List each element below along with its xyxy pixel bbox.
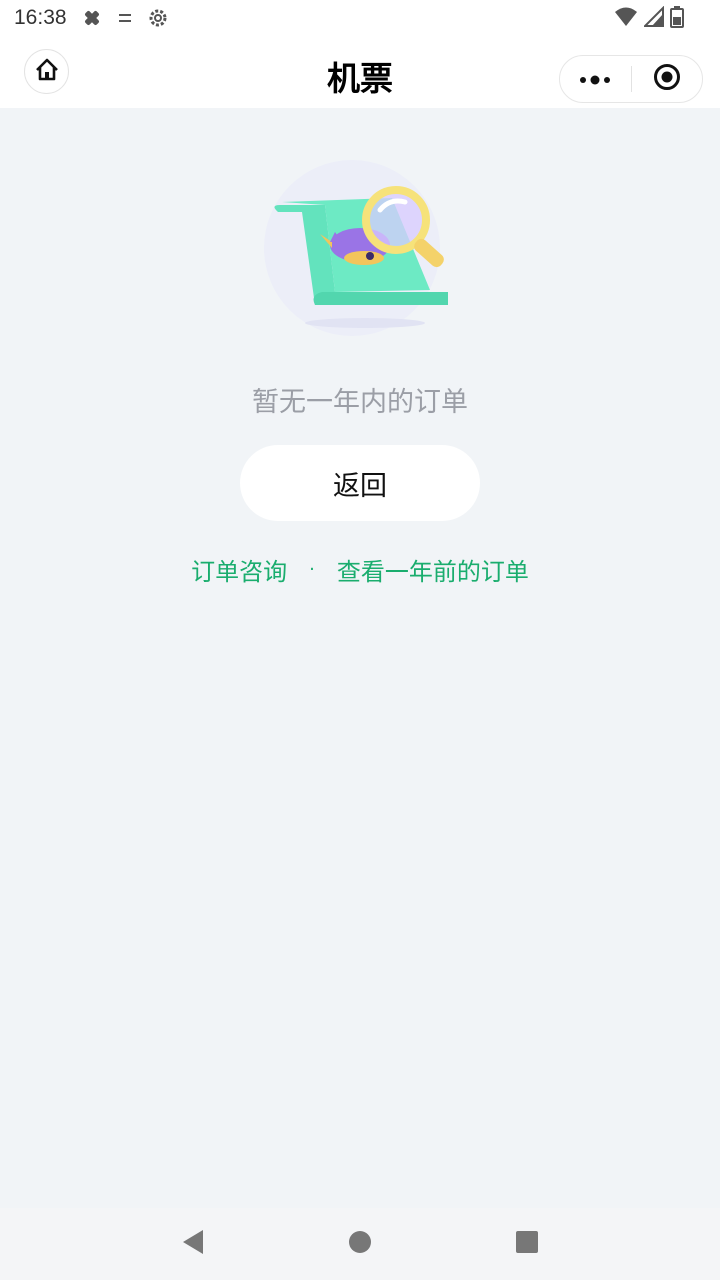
- wifi-icon: [614, 6, 638, 33]
- nav-home-button[interactable]: [336, 1220, 384, 1268]
- nav-bar: 机票: [0, 36, 720, 108]
- order-consult-link[interactable]: 订单咨询: [191, 552, 287, 587]
- back-button[interactable]: 返回: [240, 445, 480, 521]
- links-row: 订单咨询 · 查看一年前的订单: [0, 552, 720, 587]
- target-close-icon: [653, 63, 681, 95]
- close-miniprogram-button[interactable]: [632, 56, 703, 102]
- system-nav-bar: [0, 1208, 720, 1280]
- older-orders-link[interactable]: 查看一年前的订单: [337, 552, 529, 587]
- nav-recents-button[interactable]: [503, 1220, 551, 1268]
- triangle-back-icon: [181, 1229, 205, 1259]
- more-dots-icon: [579, 70, 611, 89]
- circle-home-icon: [348, 1230, 372, 1258]
- signal-icon: [642, 5, 664, 33]
- debug-icon: [81, 7, 103, 29]
- status-time: 16:38: [14, 6, 67, 29]
- nav-back-button[interactable]: [169, 1220, 217, 1268]
- empty-illustration: [260, 150, 460, 350]
- capsule-menu: [559, 55, 703, 103]
- battery-icon: [670, 6, 684, 33]
- square-recents-icon: [515, 1230, 539, 1258]
- sliders-icon: [117, 10, 133, 26]
- status-bar: 16:38: [0, 0, 720, 36]
- more-button[interactable]: [560, 56, 631, 102]
- link-separator: ·: [309, 559, 315, 580]
- settings-icon: [147, 7, 169, 29]
- empty-message: 暂无一年内的订单: [252, 387, 468, 418]
